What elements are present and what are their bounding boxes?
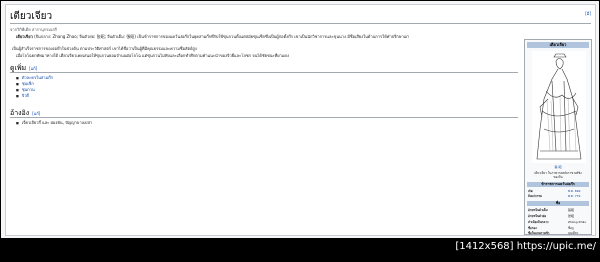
see-also-list: ตัวละครในสามก๊ก ซุนเซ็ก ซุนกวน จิวยี่ — [16, 75, 53, 99]
infobox-row: อักษรจีนตัวย่อ 张昭 — [528, 214, 588, 219]
browser-page: เตียวเจียว [มี] จากวิกิพีเดีย สารานุกรมเ… — [1, 1, 599, 238]
infobox: เตียวเจียว 張 昭 เตียวเจียว ในภาพวาดสมัยรา… — [524, 39, 592, 235]
infobox-row: สำเนียงจีนกลาง Zhāng Zhāo — [528, 220, 588, 225]
row-key: ชื่อในเกมสามก๊ก — [528, 231, 550, 235]
row-key: อักษรจีนตัวย่อ — [528, 214, 547, 218]
infobox-section-bar: ชื่อ — [527, 201, 589, 206]
infobox-title: เตียวเจียว — [527, 42, 589, 48]
page-title: เตียวเจียว — [10, 11, 53, 22]
caption-line: ของจีน — [553, 175, 563, 179]
row-value: บุนเตียว — [568, 231, 579, 235]
intro-text-1: (จีนกลาง: Zhang Zhao; จีนตัวย่อ: 张昭; จีน… — [32, 34, 409, 39]
row-key: อักษรจีนตัวเต็ม — [528, 208, 548, 212]
image-host-watermark: [1412x568] https://upic.me/ — [455, 241, 596, 252]
row-value: 张昭 — [568, 214, 575, 218]
section-divider — [10, 72, 518, 73]
section-edit-link[interactable]: [แก้] — [32, 111, 40, 116]
row-value: 張昭 — [568, 208, 575, 212]
infobox-row: อักษรจีนตัวเต็ม 張昭 — [528, 208, 588, 213]
portrait-image — [532, 51, 586, 163]
infobox-row: ถึงแก่กรรม พ.ศ. 779 — [528, 194, 588, 199]
intro-text-3: เมื่อโจโฉยกทัพมาทางใต้ เตียวเจียวเคยเสนอ… — [16, 53, 289, 58]
list-item[interactable]: จิวยี่ — [16, 93, 53, 99]
row-key: สำเนียงจีนกลาง — [528, 220, 549, 224]
portrait-signature: 張 昭 — [554, 165, 562, 169]
intro-bold: เตียวเจียว — [16, 34, 33, 39]
infobox-section-bar: ข้าราชการแคว้นง่อก๊ก — [527, 182, 589, 187]
site-subtitle: จากวิกิพีเดีย สารานุกรมเสรี — [10, 27, 57, 32]
title-divider — [10, 23, 591, 24]
references-list: เจี่ยวเจียวกี๋ และ ผ่องหัน, ปัญญาบางเปล่… — [16, 120, 92, 126]
portrait-caption: เตียวเจียว ในภาพวาดสมัยราชวงศ์ชิง ของจีน — [527, 171, 589, 179]
row-value: Zhāng Zhāo — [568, 220, 587, 224]
article-content: เตียวเจียว [มี] จากวิกิพีเดีย สารานุกรมเ… — [5, 4, 596, 236]
edit-link[interactable]: [มี] — [585, 10, 591, 17]
row-key: ถึงแก่กรรม — [528, 194, 543, 198]
list-item: เจี่ยวเจียวกี๋ และ ผ่องหัน, ปัญญาบางเปล่… — [16, 120, 92, 126]
section-title: อ้างอิง — [10, 109, 30, 117]
section-divider — [10, 117, 518, 118]
section-edit-link[interactable]: [แก้] — [29, 66, 37, 71]
infobox-row: ชื่อในเกมสามก๊ก บุนเตียว — [528, 231, 588, 235]
intro-paragraph: เตียวเจียว (จีนกลาง: Zhang Zhao; จีนตัวย… — [16, 34, 521, 39]
portrait-drawing — [536, 53, 582, 160]
intro-text-2: เป็นผู้สำเร็จราชการของง่อก๊กในช่วงต้น ตา… — [12, 46, 197, 51]
section-title: ดูเพิ่ม — [10, 64, 27, 72]
row-value[interactable]: พ.ศ. 779 — [568, 194, 580, 199]
